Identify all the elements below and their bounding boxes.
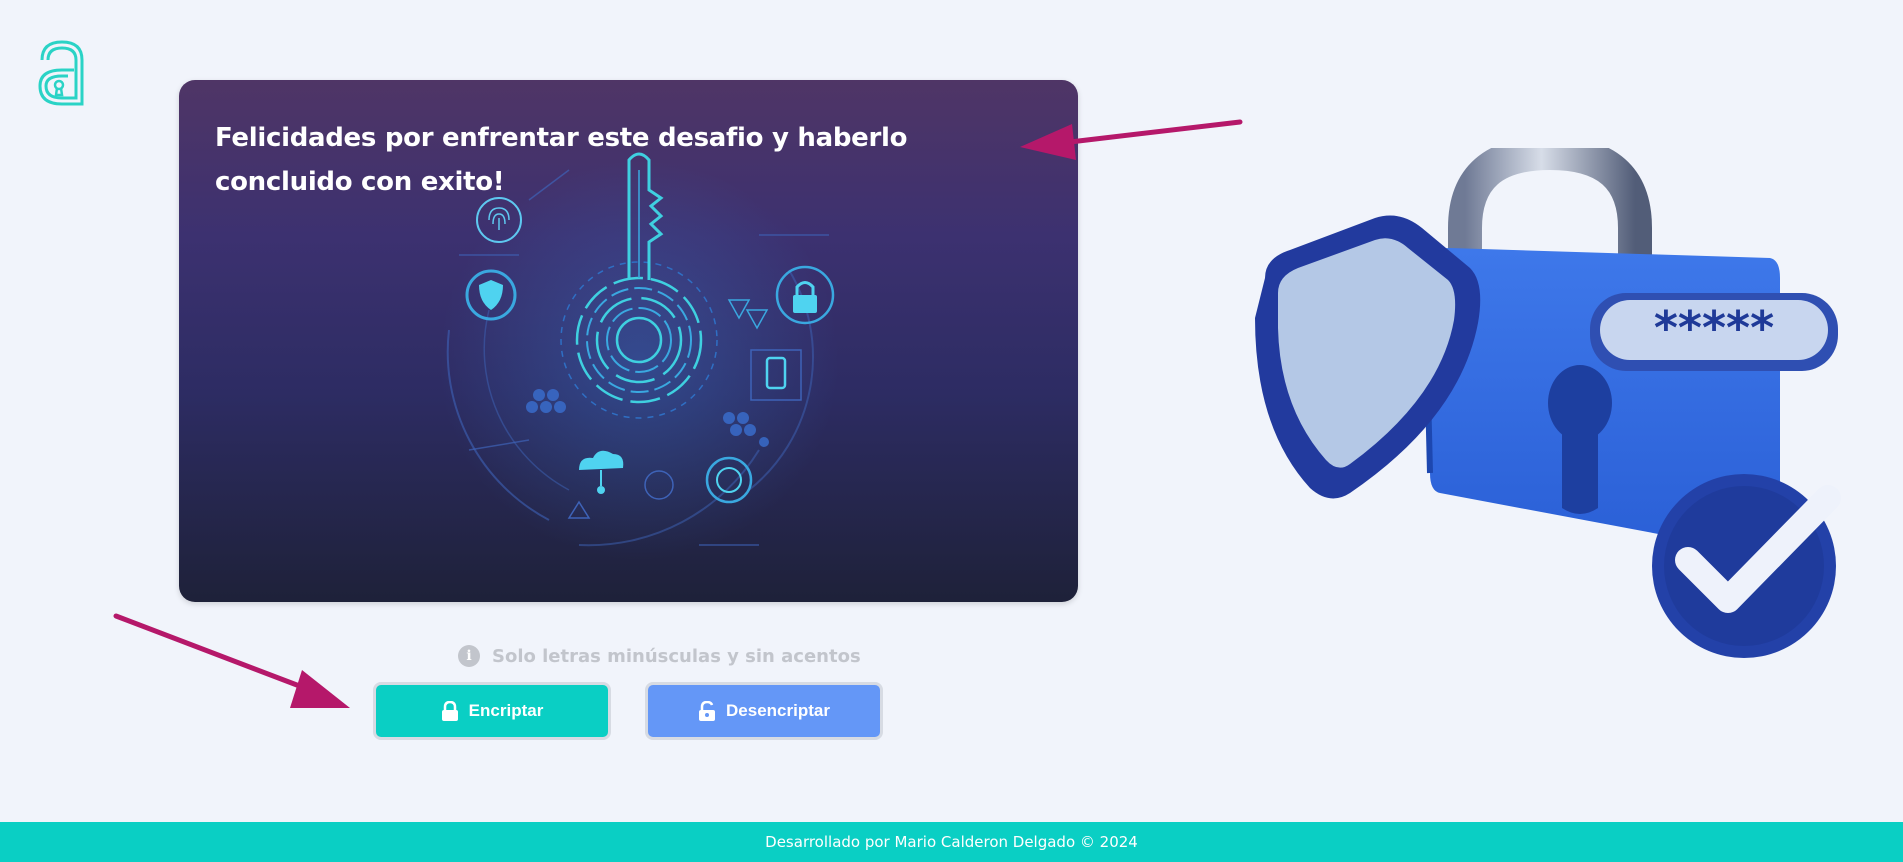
unlock-icon <box>699 701 716 721</box>
success-message: Felicidades por enfrentar este desafio y… <box>215 123 908 197</box>
security-padlock-illustration: ***** <box>1255 148 1841 658</box>
arrow-to-message-icon <box>1020 119 1243 160</box>
footer: Desarrollado por Mario Calderon Delgado … <box>0 822 1903 862</box>
cyber-key-illustration <box>439 152 839 560</box>
info-icon: i <box>458 645 480 667</box>
message-card: Felicidades por enfrentar este desafio y… <box>179 80 1078 602</box>
page: Felicidades por enfrentar este desafio y… <box>0 0 1903 862</box>
encrypt-button[interactable]: Encriptar <box>373 682 611 740</box>
encrypt-button-label: Encriptar <box>468 701 544 720</box>
hint-text: Solo letras minúsculas y sin acentos <box>492 645 861 667</box>
input-hint: i Solo letras minúsculas y sin acentos <box>458 642 861 670</box>
arrow-to-encrypt-icon <box>113 613 350 708</box>
decrypt-button[interactable]: Desencriptar <box>645 682 883 740</box>
lock-icon <box>441 701 458 721</box>
decrypt-button-label: Desencriptar <box>726 701 830 720</box>
footer-credit: Desarrollado por Mario Calderon Delgado … <box>765 833 1138 851</box>
password-mask: ***** <box>1654 301 1774 355</box>
app-logo[interactable] <box>34 38 90 108</box>
